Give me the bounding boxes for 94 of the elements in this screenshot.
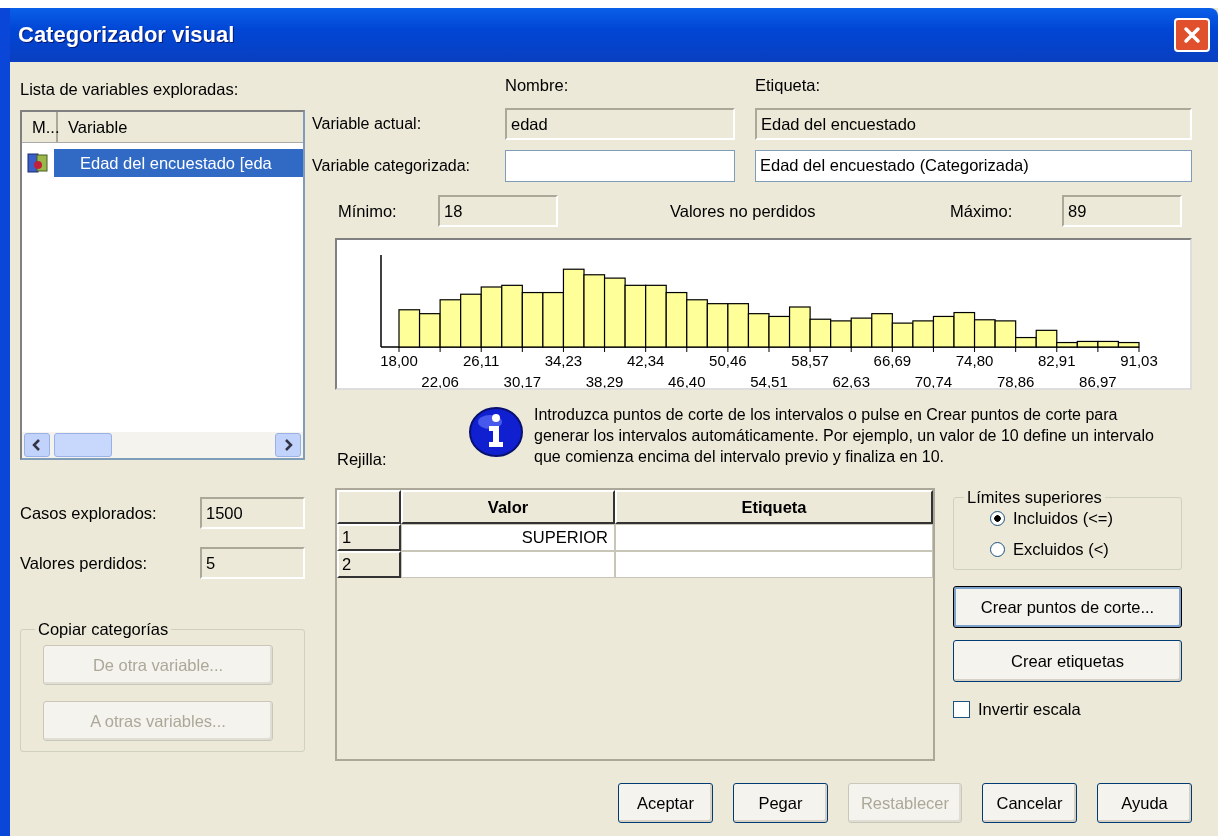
- close-icon: [1181, 24, 1203, 46]
- dialog-button[interactable]: Aceptar: [617, 783, 713, 823]
- close-button[interactable]: [1174, 18, 1210, 52]
- axis-label: 26,11: [463, 352, 500, 369]
- variable-list[interactable]: M... Variable Edad del encuestado [eda: [20, 110, 305, 460]
- histogram-bar: [603, 277, 626, 348]
- grid-label: Rejilla:: [337, 450, 387, 469]
- column-header[interactable]: Variable: [58, 112, 303, 142]
- axis-label: 58,57: [791, 352, 829, 369]
- axis-label: 34,23: [544, 352, 583, 369]
- field-label: Valores perdidos:: [20, 553, 148, 573]
- group-title: Límites superiores: [966, 488, 1103, 507]
- scroll-left-button[interactable]: [24, 433, 50, 457]
- histogram-bar: [830, 320, 852, 348]
- minimum-label: Mínimo:: [338, 201, 398, 221]
- histogram-bar: [768, 315, 791, 348]
- row-header: 2: [337, 551, 401, 578]
- histogram-bar: [645, 284, 667, 348]
- axis-label: 66,69: [873, 352, 912, 369]
- histogram-bar: [891, 322, 914, 348]
- table-cell[interactable]: [615, 524, 933, 551]
- checkbox-label[interactable]: Invertir escala: [978, 700, 1081, 719]
- label-field[interactable]: Edad del encuestado (Categorizada): [755, 150, 1192, 182]
- column-header[interactable]: Valor: [401, 490, 615, 524]
- maximum-label: Máximo:: [950, 201, 1014, 221]
- horizontal-scrollbar[interactable]: [22, 432, 303, 458]
- name-field: edad: [505, 108, 735, 140]
- histogram-bar: [624, 284, 647, 348]
- checkbox[interactable]: [953, 701, 970, 718]
- histogram-bar: [460, 293, 482, 348]
- histogram-bar: [501, 284, 523, 348]
- missing-field: 5: [200, 547, 305, 579]
- info-icon: [468, 404, 524, 460]
- histogram-bar: [398, 309, 421, 348]
- histogram-bar: [686, 299, 708, 348]
- list-item[interactable]: Edad del encuestado [eda: [54, 149, 303, 177]
- histogram-bar: [871, 313, 893, 348]
- dialog-button[interactable]: Ayuda: [1097, 783, 1192, 823]
- scroll-thumb[interactable]: [54, 433, 112, 457]
- cutpoint-grid[interactable]: Valor Etiqueta 1 SUPERIOR 2: [335, 488, 935, 761]
- histogram-bar: [706, 303, 729, 348]
- histogram-bar: [418, 313, 441, 348]
- histogram-bar: [850, 317, 873, 348]
- axis-label: 18,00: [380, 352, 418, 369]
- table-cell[interactable]: SUPERIOR: [401, 524, 615, 551]
- histogram-bar: [953, 311, 976, 348]
- info-text: Introduzca puntos de corte de los intervalos o pulse en Crear puntos de corte para generar los intervalos automáticamente. Por ejemplo, un valor de 10 define un intervalo que comienza encima del intervalo previo y finaliza en 10.: [534, 405, 1155, 467]
- name-field[interactable]: [505, 150, 735, 182]
- radio-label[interactable]: Excluidos (<): [1013, 540, 1109, 559]
- field-label: Variable actual:: [312, 115, 423, 133]
- field-label: Casos explorados:: [20, 503, 157, 523]
- histogram-bar: [521, 291, 544, 348]
- histogram-bar: [932, 315, 955, 348]
- dialog-button[interactable]: Cancelar: [982, 783, 1077, 823]
- column-header[interactable]: M...: [22, 112, 58, 142]
- histogram-bar: [480, 286, 503, 348]
- histogram-bar: [912, 320, 935, 348]
- axis-label: 42,34: [626, 352, 665, 369]
- histogram-bar: [542, 291, 565, 348]
- axis-label: 91,03: [1120, 352, 1158, 369]
- maximum-field: 89: [1062, 195, 1182, 227]
- radio-button[interactable]: [990, 542, 1005, 557]
- scroll-right-button[interactable]: [275, 433, 301, 457]
- action-button[interactable]: Crear etiquetas: [953, 640, 1182, 682]
- minimum-field: 18: [438, 195, 558, 227]
- label-field: Edad del encuestado: [755, 108, 1192, 140]
- axis-label: 50,46: [709, 352, 747, 369]
- histogram-bar: [439, 299, 462, 348]
- field-label: Variable categorizada:: [312, 157, 472, 175]
- axis-label: 74,80: [955, 352, 994, 369]
- cases-field: 1500: [200, 497, 305, 529]
- group-title: Copiar categorías: [37, 620, 170, 639]
- radio-label[interactable]: Incluidos (<=): [1013, 509, 1113, 528]
- table-cell[interactable]: [401, 551, 615, 578]
- window-title: Categorizador visual: [17, 22, 235, 48]
- row-header: 1: [337, 524, 401, 551]
- column-label: Etiqueta:: [755, 76, 821, 96]
- histogram-bar: [727, 303, 750, 348]
- histogram-bar: [788, 306, 811, 348]
- dialog-button[interactable]: Pegar: [732, 783, 828, 823]
- table-cell[interactable]: [615, 551, 933, 578]
- radio-button[interactable]: [990, 511, 1005, 526]
- scale-variable-icon: [26, 151, 50, 175]
- histogram-bar: [747, 313, 770, 348]
- column-label: Nombre:: [505, 76, 570, 96]
- histogram-bar: [665, 291, 688, 348]
- corner-cell: [337, 490, 401, 524]
- list-label: Lista de variables exploradas:: [20, 80, 240, 100]
- histogram-bar: [809, 318, 832, 348]
- histogram-caption: Valores no perdidos: [670, 201, 817, 221]
- axis-label: 82,91: [1038, 352, 1076, 369]
- action-button[interactable]: Crear puntos de corte...: [953, 586, 1182, 628]
- histogram-bar: [973, 319, 996, 348]
- column-header[interactable]: Etiqueta: [615, 490, 933, 524]
